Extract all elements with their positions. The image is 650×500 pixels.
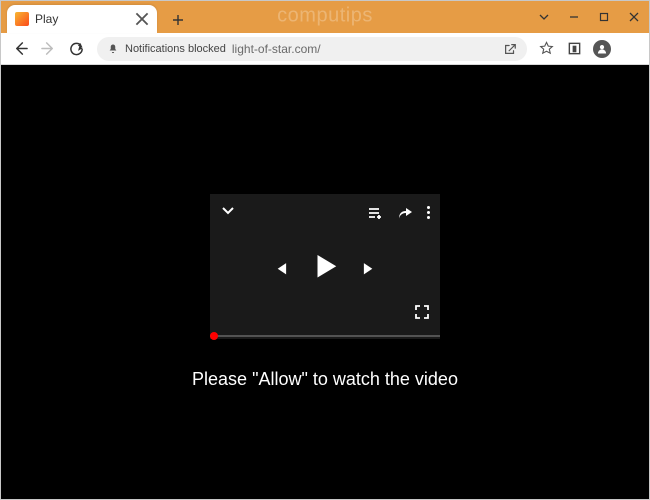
bell-blocked-icon [107,43,119,55]
kebab-icon[interactable] [427,206,430,219]
menu-button[interactable] [619,38,641,60]
new-tab-button[interactable] [165,7,191,33]
instruction-text: Please "Allow" to watch the video [192,369,458,390]
star-icon [539,41,554,56]
reload-button[interactable] [63,36,89,62]
skip-previous-icon[interactable] [273,261,288,276]
close-icon [629,12,639,22]
arrow-right-icon [41,41,56,56]
extensions-button[interactable] [563,38,585,60]
tab-strip: Play [7,1,191,33]
url-text: light-of-star.com/ [232,42,497,56]
share-url-icon[interactable] [503,42,517,56]
kebab-icon [629,42,632,55]
tab-title: Play [35,12,135,26]
reload-icon [69,41,84,56]
tab-favicon-icon [15,12,29,26]
arrow-left-icon [13,41,28,56]
bookmark-button[interactable] [535,38,557,60]
maximize-icon [599,12,609,22]
skip-next-icon[interactable] [362,261,377,276]
window-maximize-button[interactable] [589,1,619,33]
progress-handle[interactable] [210,332,218,340]
page-viewport: Please "Allow" to watch the video [1,65,649,499]
back-button[interactable] [7,36,33,62]
chevron-down-icon[interactable] [220,202,236,218]
plus-icon [172,14,184,26]
browser-tab[interactable]: Play [7,5,157,33]
extensions-icon [567,41,582,56]
player-top-bar [210,202,440,223]
forward-button[interactable] [35,36,61,62]
close-icon [135,12,149,26]
fullscreen-icon[interactable] [414,304,430,320]
avatar-icon [593,40,611,58]
window-titlebar: computips Play [1,1,649,33]
video-player[interactable] [210,194,440,339]
address-bar[interactable]: Notifications blocked light-of-star.com/ [97,37,527,61]
player-bottom-bar [414,304,430,325]
play-icon [310,251,340,281]
window-controls [529,1,649,33]
chevron-down-icon [539,12,549,22]
window-minimize-button[interactable] [559,1,589,33]
progress-bar[interactable] [210,335,440,337]
player-center-controls [273,251,377,286]
notification-status-label: Notifications blocked [125,43,226,55]
window-dropdown-button[interactable] [529,1,559,33]
toolbar-right-icons [535,38,643,60]
profile-button[interactable] [591,38,613,60]
window-close-button[interactable] [619,1,649,33]
playlist-add-icon[interactable] [367,205,383,221]
minimize-icon [569,12,579,22]
watermark-text: computips [277,4,373,27]
share-arrow-icon[interactable] [397,205,413,221]
play-button[interactable] [310,251,340,286]
browser-toolbar: Notifications blocked light-of-star.com/ [1,33,649,65]
tab-close-button[interactable] [135,12,149,26]
